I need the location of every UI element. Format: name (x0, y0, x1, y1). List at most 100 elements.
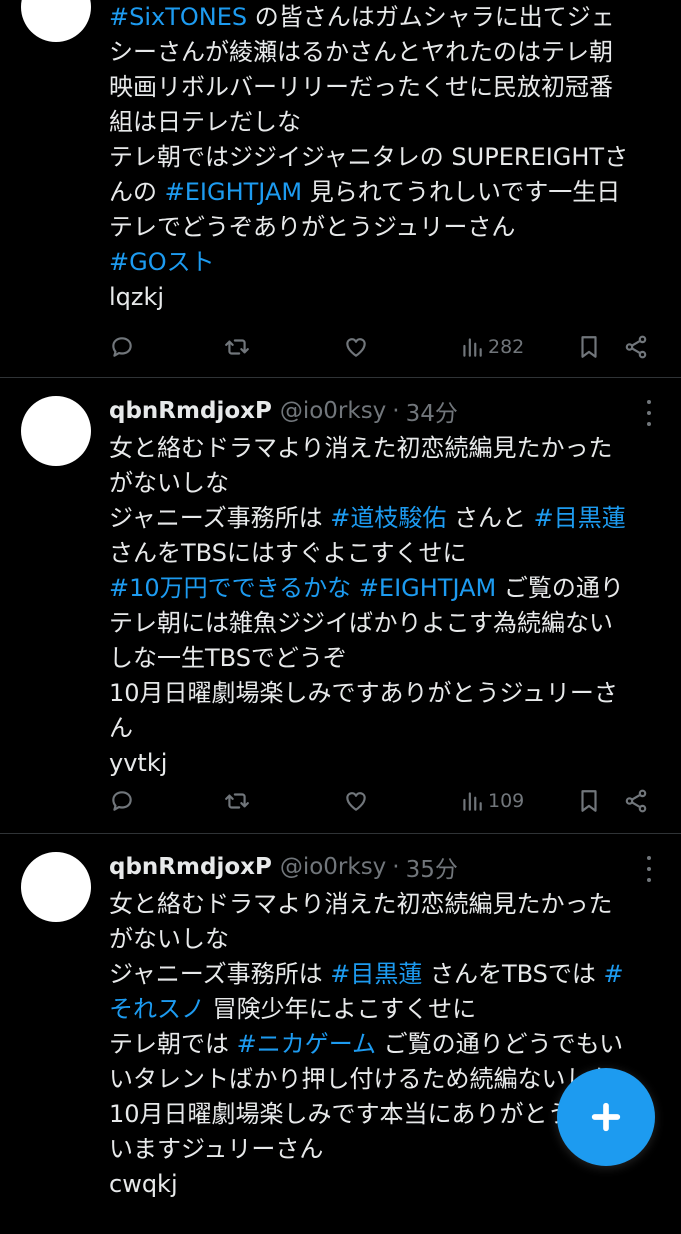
text-segment: cwqkj (109, 1170, 178, 1198)
text-segment: 女と絡むドラマより消えた初恋続編見たかった (109, 434, 613, 462)
tweet[interactable]: #SixTONES の皆さんはガムシャラに出てジェ シーさんが綾瀬はるかさんとヤれ… (0, 0, 681, 378)
tweet[interactable]: qbnRmdjoxP @io0rksy · 35分 女と絡むドラマより消えた初恋… (0, 834, 681, 1234)
text-segment: テレ朝では (109, 1030, 237, 1058)
text-segment: 10月日曜劇場楽しみです本当にありがとうござ (109, 1100, 620, 1128)
text-segment: しな一生TBSでどうぞ (109, 644, 347, 672)
retweet-button[interactable] (224, 786, 250, 816)
more-dot-icon (647, 422, 651, 426)
text-line: 組は日テレだしな (109, 105, 669, 140)
text-segment: いタレントばかり押し付けるため続編ないしな (109, 1065, 614, 1093)
hashtag-link[interactable]: それスノ (109, 995, 205, 1023)
retweet-icon (225, 339, 249, 355)
text-segment: がないしな (109, 469, 229, 497)
text-line: テレ朝では #ニカゲーム ご覧の通りどうでもい (109, 1027, 669, 1062)
text-line: テレ朝には雑魚ジジイばかりよこす為続編ない (109, 606, 669, 641)
hashtag-link[interactable]: # (604, 960, 624, 988)
like-button[interactable] (343, 332, 369, 362)
author-handle[interactable]: @io0rksy (280, 854, 386, 880)
tweet-actions: 282 (109, 332, 649, 362)
reply-button[interactable] (109, 786, 135, 816)
more-dot-icon (647, 411, 651, 415)
views-count: 109 (488, 790, 525, 812)
reply-icon (112, 337, 132, 357)
text-line: #SixTONES の皆さんはガムシャラに出てジェ (109, 0, 669, 35)
hashtag-link[interactable]: #ニカゲーム (237, 1030, 376, 1058)
hashtag-link[interactable]: #目黒蓮 (330, 960, 422, 988)
text-segment: がないしな (109, 925, 229, 953)
text-segment: ご覧の通り (496, 574, 624, 602)
separator-dot: · (392, 398, 400, 424)
text-line: cwqkj (109, 1167, 669, 1202)
bookmark-icon (581, 790, 597, 812)
tweet[interactable]: qbnRmdjoxP @io0rksy · 34分 女と絡むドラマより消えた初恋… (0, 378, 681, 834)
plus-icon (591, 1102, 621, 1132)
like-button[interactable] (343, 786, 369, 816)
text-line: #10万円でできるかな #EIGHTJAM ご覧の通り (109, 571, 669, 606)
text-line: シーさんが綾瀬はるかさんとヤれたのはテレ朝 (109, 35, 669, 70)
text-segment (351, 574, 359, 602)
tweet-actions: 109 (109, 786, 649, 816)
share-icon (625, 335, 647, 359)
bookmark-button[interactable] (576, 332, 602, 362)
text-line: yvtkj (109, 746, 669, 781)
text-line: lqzkj (109, 280, 669, 315)
compose-tweet-button[interactable] (557, 1068, 655, 1166)
text-segment: いますジュリーさん (109, 1135, 324, 1163)
text-line: ん (109, 711, 669, 746)
text-segment: の皆さんはガムシャラに出てジェ (247, 3, 615, 31)
reply-button[interactable] (109, 332, 135, 362)
views-icon (463, 338, 482, 357)
text-segment: テレ朝には雑魚ジジイばかりよこす為続編ない (109, 609, 613, 637)
hashtag-link[interactable]: #目黒蓮 (534, 504, 626, 532)
heart-icon (346, 792, 366, 811)
text-segment: 映画リボルバーリリーだったくせに民放初冠番 (109, 73, 613, 101)
timestamp[interactable]: 35分 (406, 850, 458, 884)
hashtag-link[interactable]: #GOスト (109, 248, 215, 276)
views-button[interactable]: 282 (459, 332, 524, 362)
bookmark-icon (581, 336, 597, 358)
bookmark-button[interactable] (576, 786, 602, 816)
text-line: がないしな (109, 466, 669, 501)
text-segment: さんをTBSでは (422, 960, 604, 988)
hashtag-link[interactable]: #EIGHTJAM (165, 178, 302, 206)
text-line: さんをTBSにはすぐよこすくせに (109, 536, 669, 571)
retweet-icon (225, 793, 249, 809)
more-options-button[interactable] (639, 856, 659, 882)
author-name[interactable]: qbnRmdjoxP (109, 854, 272, 880)
avatar[interactable] (21, 852, 91, 922)
share-button[interactable] (623, 332, 649, 362)
hashtag-link[interactable]: #EIGHTJAM (359, 574, 496, 602)
text-line: 女と絡むドラマより消えた初恋続編見たかった (109, 431, 669, 466)
tweet-header: qbnRmdjoxP @io0rksy · 34分 (109, 394, 641, 428)
avatar[interactable] (21, 0, 91, 42)
text-segment: ご覧の通りどうでもい (376, 1030, 624, 1058)
separator-dot: · (392, 854, 400, 880)
avatar[interactable] (21, 396, 91, 466)
text-segment: 冒険少年によこすくせに (205, 995, 477, 1023)
tweet-header: qbnRmdjoxP @io0rksy · 35分 (109, 850, 641, 884)
text-segment: テレでどうぞありがとうジュリーさん (109, 213, 516, 241)
text-line: テレでどうぞありがとうジュリーさん (109, 210, 669, 245)
reply-icon (112, 791, 132, 811)
more-dot-icon (647, 878, 651, 882)
views-button[interactable]: 109 (459, 786, 524, 816)
author-name[interactable]: qbnRmdjoxP (109, 398, 272, 424)
retweet-button[interactable] (224, 332, 250, 362)
more-dot-icon (647, 400, 651, 404)
timestamp[interactable]: 34分 (406, 394, 458, 428)
text-line: #GOスト (109, 245, 669, 280)
share-button[interactable] (623, 786, 649, 816)
text-segment: 見られてうれしいです一生日 (302, 178, 621, 206)
author-handle[interactable]: @io0rksy (280, 398, 386, 424)
hashtag-link[interactable]: #SixTONES (109, 3, 247, 31)
text-segment: ん (109, 714, 133, 742)
hashtag-link[interactable]: #10万円でできるかな (109, 574, 351, 602)
more-dot-icon (647, 856, 651, 860)
more-options-button[interactable] (639, 400, 659, 426)
text-segment: テレ朝ではジジイジャニタレの SUPEREIGHTさ (109, 143, 629, 171)
text-segment: ジャニーズ事務所は (109, 960, 331, 988)
hashtag-link[interactable]: #道枝駿佑 (330, 504, 446, 532)
text-segment: さんと (446, 504, 534, 532)
text-line: んの #EIGHTJAM 見られてうれしいです一生日 (109, 175, 669, 210)
tweet-text: #SixTONES の皆さんはガムシャラに出てジェ シーさんが綾瀬はるかさんとヤれ… (109, 0, 669, 315)
